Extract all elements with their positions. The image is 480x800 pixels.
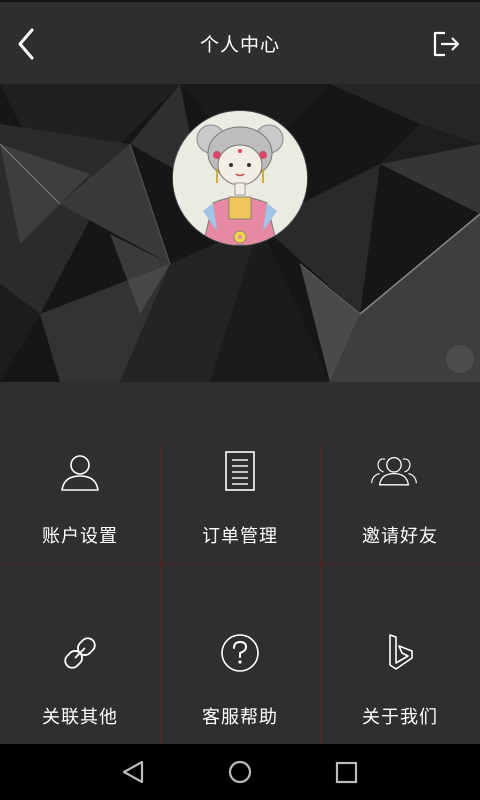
user-icon bbox=[61, 455, 99, 491]
avatar-illustration bbox=[173, 111, 307, 245]
logout-icon bbox=[433, 31, 460, 57]
profile-banner bbox=[0, 84, 480, 382]
triangle-back-icon bbox=[122, 760, 144, 784]
grid-divider bbox=[0, 563, 480, 564]
menu-item-customer-help[interactable]: 客服帮助 bbox=[160, 563, 320, 744]
grid-divider bbox=[160, 442, 161, 744]
avatar[interactable] bbox=[173, 111, 307, 245]
circle-home-icon bbox=[228, 760, 252, 784]
menu-item-label: 订单管理 bbox=[202, 526, 278, 547]
nav-recents-button[interactable] bbox=[328, 756, 364, 788]
grid-divider bbox=[320, 442, 321, 744]
menu-item-order-management[interactable]: 订单管理 bbox=[160, 382, 320, 563]
menu-item-label: 关于我们 bbox=[362, 707, 438, 728]
document-list-icon bbox=[225, 451, 255, 491]
logout-button[interactable] bbox=[428, 26, 464, 62]
nav-home-button[interactable] bbox=[222, 756, 258, 788]
menu-item-label: 关联其他 bbox=[42, 707, 118, 728]
menu-item-label: 客服帮助 bbox=[202, 707, 278, 728]
menu-grid: 账户设置 订单管理 邀请好友 关联其他 客服帮助 关于我们 bbox=[0, 382, 480, 744]
menu-item-link-other[interactable]: 关联其他 bbox=[0, 563, 160, 744]
system-navigation-bar bbox=[0, 744, 480, 800]
menu-item-invite-friends[interactable]: 邀请好友 bbox=[320, 382, 480, 563]
top-app-bar: 个人中心 bbox=[0, 0, 480, 84]
help-circle-icon bbox=[221, 634, 259, 672]
page-title: 个人中心 bbox=[199, 33, 280, 56]
menu-item-account-settings[interactable]: 账户设置 bbox=[0, 382, 160, 563]
menu-item-about-us[interactable]: 关于我们 bbox=[320, 563, 480, 744]
nav-back-button[interactable] bbox=[114, 756, 150, 788]
menu-item-label: 邀请好友 bbox=[362, 526, 438, 547]
users-icon bbox=[371, 456, 417, 486]
bing-logo-icon bbox=[389, 634, 413, 670]
link-icon bbox=[64, 637, 96, 669]
menu-item-label: 账户设置 bbox=[42, 526, 118, 547]
square-recents-icon bbox=[335, 761, 358, 784]
